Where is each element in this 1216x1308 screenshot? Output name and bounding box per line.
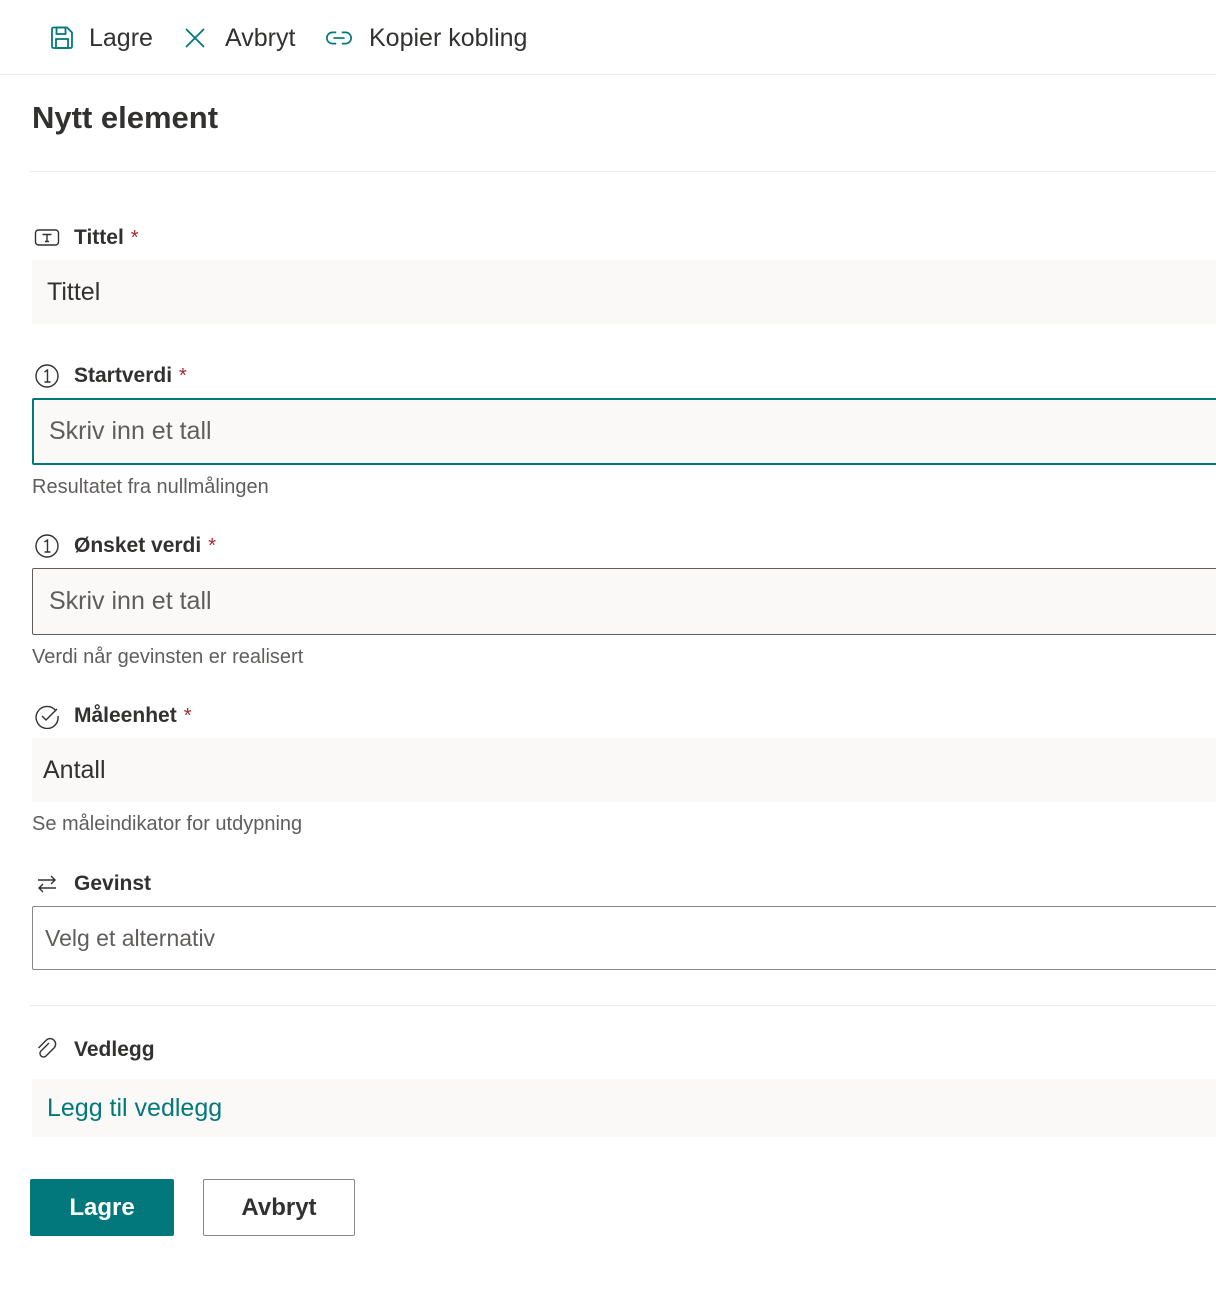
close-icon [181, 24, 209, 52]
onsket-verdi-label: Ønsket verdi * [34, 531, 216, 561]
onsket-verdi-input[interactable] [49, 587, 1216, 616]
section-divider [30, 1005, 1216, 1006]
required-mark: * [183, 704, 192, 727]
save-icon [48, 24, 76, 52]
onsket-verdi-hint: Verdi når gevinsten er realisert [32, 646, 304, 668]
maleenhet-value: Antall [43, 755, 106, 784]
startverdi-input[interactable] [49, 417, 1216, 446]
lookup-icon [34, 871, 60, 897]
startverdi-label-text: Startverdi [74, 364, 173, 387]
vedlegg-area: Legg til vedlegg [32, 1079, 1216, 1137]
add-attachment-link[interactable]: Legg til vedlegg [47, 1094, 222, 1123]
gevinst-placeholder: Velg et alternativ [45, 924, 216, 951]
vedlegg-label-text: Vedlegg [74, 1038, 155, 1061]
gevinst-dropdown[interactable]: Velg et alternativ [32, 906, 1216, 970]
cancel-command[interactable]: Avbryt [181, 18, 295, 58]
choice-icon [34, 703, 60, 729]
maleenhet-label-text: Måleenhet [74, 704, 177, 727]
required-mark: * [179, 364, 187, 387]
text-field-icon [34, 225, 60, 251]
header-divider [30, 171, 1216, 172]
number-icon [34, 533, 60, 559]
number-icon [34, 363, 60, 389]
link-icon [325, 24, 353, 52]
copy-link-command[interactable]: Kopier kobling [325, 18, 527, 58]
page-title: Nytt element [32, 100, 219, 135]
startverdi-hint: Resultatet fra nullmålingen [32, 476, 269, 498]
tittel-label-text: Tittel [74, 226, 124, 249]
startverdi-label: Startverdi * [34, 361, 187, 391]
save-command-label: Lagre [89, 23, 153, 52]
save-button[interactable]: Lagre [30, 1179, 174, 1236]
cancel-command-label: Avbryt [225, 23, 296, 52]
required-mark: * [130, 226, 139, 249]
startverdi-field[interactable] [32, 398, 1216, 465]
copy-link-command-label: Kopier kobling [369, 23, 528, 52]
cancel-button[interactable]: Avbryt [203, 1179, 355, 1236]
command-bar: Lagre Avbryt Kopier kobling [0, 0, 1216, 75]
gevinst-label-text: Gevinst [74, 872, 152, 895]
vedlegg-label: Vedlegg [34, 1035, 155, 1065]
required-mark: * [208, 534, 217, 557]
maleenhet-label: Måleenhet * [34, 701, 192, 731]
save-command[interactable]: Lagre [48, 18, 153, 58]
maleenhet-field[interactable]: Antall [32, 738, 1216, 802]
onsket-verdi-field[interactable] [32, 568, 1216, 635]
paperclip-icon [34, 1037, 60, 1063]
onsket-verdi-label-text: Ønsket verdi [74, 534, 202, 557]
tittel-label: Tittel * [34, 223, 139, 253]
gevinst-label: Gevinst [34, 869, 151, 899]
maleenhet-hint: Se måleindikator for utdypning [32, 813, 303, 835]
tittel-field[interactable]: Tittel [32, 260, 1216, 324]
tittel-value: Tittel [47, 277, 101, 306]
